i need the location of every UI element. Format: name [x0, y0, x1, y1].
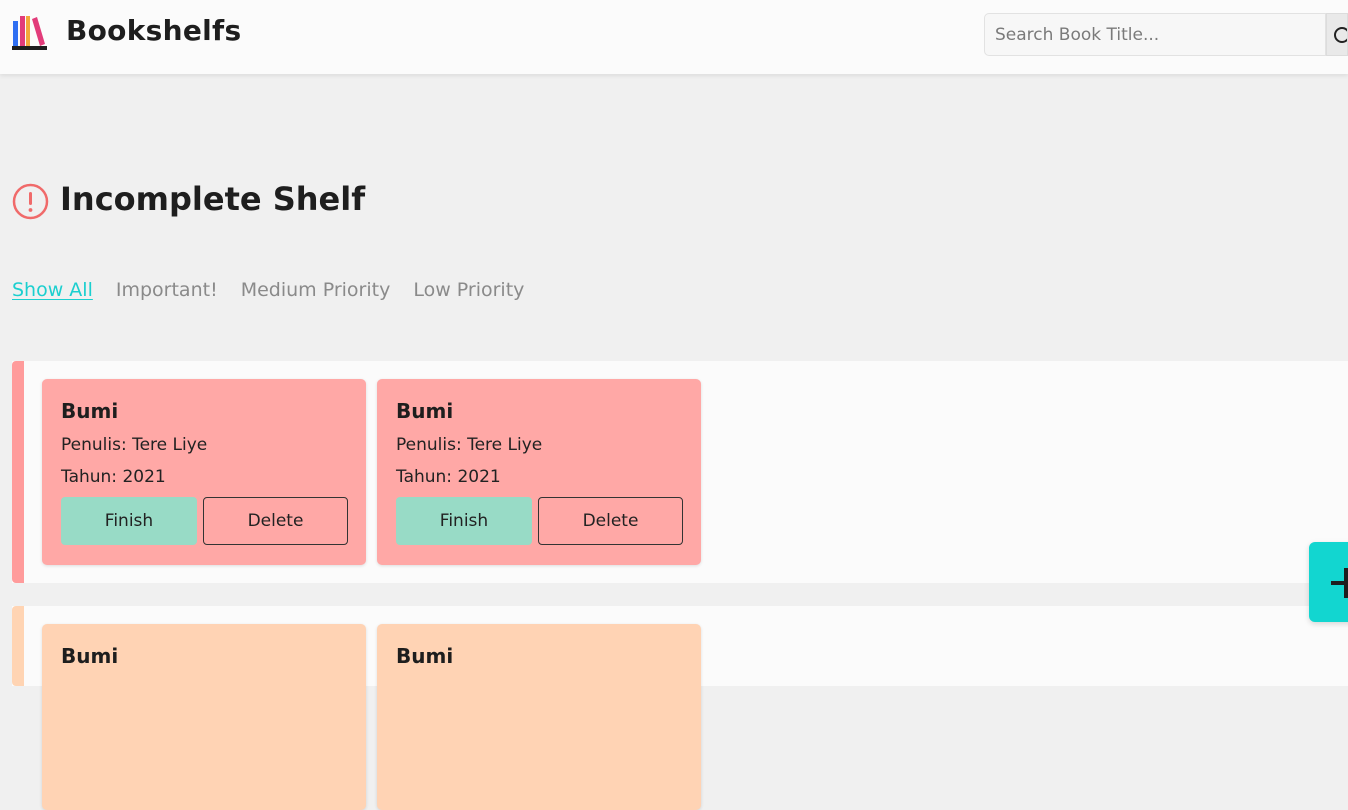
delete-button[interactable]: Delete	[538, 497, 683, 545]
priority-bar	[12, 606, 24, 686]
shelf-row-important: Bumi Penulis: Tere Liye Tahun: 2021 Fini…	[12, 361, 1348, 583]
filter-show-all[interactable]: Show All	[12, 279, 93, 301]
book-title: Bumi	[61, 399, 119, 423]
finish-button[interactable]: Finish	[61, 497, 197, 545]
add-book-button[interactable]	[1309, 542, 1348, 622]
book-card: Bumi Penulis: Tere Liye Tahun: 2021 Fini…	[42, 379, 366, 565]
search-input[interactable]	[984, 13, 1326, 56]
book-author: Penulis: Tere Liye	[61, 435, 208, 455]
book-card: Bumi Penulis: Tere Liye Tahun: 2021 Fini…	[377, 379, 701, 565]
section-title: Incomplete Shelf	[60, 180, 366, 218]
shelf-row-medium: Bumi Bumi	[12, 606, 1348, 810]
priority-filters: Show All Important! Medium Priority Low …	[12, 279, 524, 301]
books-logo-icon	[12, 16, 47, 50]
search-icon	[1334, 27, 1347, 43]
book-year: Tahun: 2021	[61, 467, 166, 487]
filter-low-priority[interactable]: Low Priority	[413, 279, 524, 301]
book-title: Bumi	[61, 644, 119, 668]
priority-bar	[12, 361, 24, 583]
finish-button[interactable]: Finish	[396, 497, 532, 545]
filter-medium-priority[interactable]: Medium Priority	[241, 279, 391, 301]
book-title: Bumi	[396, 644, 454, 668]
search-button[interactable]	[1326, 13, 1348, 56]
book-author: Penulis: Tere Liye	[396, 435, 543, 455]
delete-button[interactable]: Delete	[203, 497, 348, 545]
exclamation-circle-icon	[12, 183, 49, 220]
book-year: Tahun: 2021	[396, 467, 501, 487]
brand-title: Bookshelfs	[66, 14, 242, 47]
app-header: Bookshelfs	[0, 0, 1348, 74]
book-title: Bumi	[396, 399, 454, 423]
filter-important[interactable]: Important!	[116, 279, 218, 301]
